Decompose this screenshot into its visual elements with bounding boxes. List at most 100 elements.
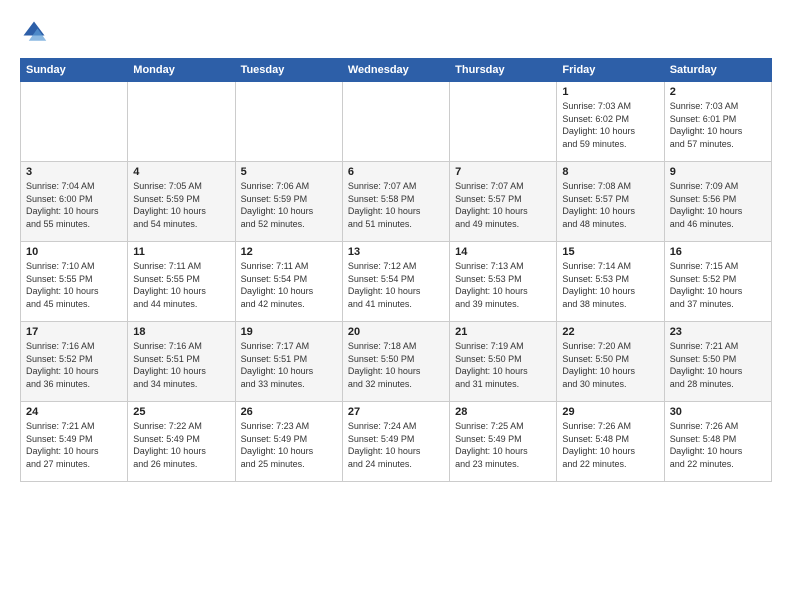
calendar-cell: 28 Sunrise: 7:25 AM Sunset: 5:49 PM Dayli…: [450, 402, 557, 482]
calendar-cell: 20Sunrise: 7:18 AM Sunset: 5:50 PM Dayli…: [342, 322, 449, 402]
day-info: Sunrise: 7:11 AM Sunset: 5:54 PM Dayligh…: [241, 260, 337, 310]
calendar-cell: 27 Sunrise: 7:24 AM Sunset: 5:49 PM Dayli…: [342, 402, 449, 482]
day-number: 9: [670, 166, 766, 178]
day-number: 10: [26, 246, 122, 258]
weekday-header: Sunday: [21, 59, 128, 82]
day-number: 16: [670, 246, 766, 258]
day-info: Sunrise: 7:10 AM Sunset: 5:55 PM Dayligh…: [26, 260, 122, 310]
day-info: Sunrise: 7:04 AM Sunset: 6:00 PM Dayligh…: [26, 180, 122, 230]
day-info: Sunrise: 7:09 AM Sunset: 5:56 PM Dayligh…: [670, 180, 766, 230]
day-info: Sunrise: 7:19 AM Sunset: 5:50 PM Dayligh…: [455, 340, 551, 390]
day-number: 15: [562, 246, 658, 258]
day-number: 5: [241, 166, 337, 178]
day-info: Sunrise: 7:22 AM Sunset: 5:49 PM Dayligh…: [133, 420, 229, 470]
weekday-header: Monday: [128, 59, 235, 82]
day-info: Sunrise: 7:06 AM Sunset: 5:59 PM Dayligh…: [241, 180, 337, 230]
day-number: 28: [455, 406, 551, 418]
logo: [20, 18, 52, 46]
calendar-page: SundayMondayTuesdayWednesdayThursdayFrid…: [0, 0, 792, 492]
calendar-cell: 4 Sunrise: 7:05 AM Sunset: 5:59 PM Daylig…: [128, 162, 235, 242]
day-number: 3: [26, 166, 122, 178]
calendar-cell: [450, 82, 557, 162]
weekday-header: Wednesday: [342, 59, 449, 82]
day-number: 24: [26, 406, 122, 418]
calendar-cell: 11 Sunrise: 7:11 AM Sunset: 5:55 PM Dayli…: [128, 242, 235, 322]
calendar-cell: [342, 82, 449, 162]
calendar-cell: 29 Sunrise: 7:26 AM Sunset: 5:48 PM Dayli…: [557, 402, 664, 482]
logo-icon: [20, 18, 48, 46]
day-number: 25: [133, 406, 229, 418]
calendar-cell: 18Sunrise: 7:16 AM Sunset: 5:51 PM Dayli…: [128, 322, 235, 402]
calendar-cell: 16 Sunrise: 7:15 AM Sunset: 5:52 PM Dayli…: [664, 242, 771, 322]
calendar-week-row: 10 Sunrise: 7:10 AM Sunset: 5:55 PM Dayli…: [21, 242, 772, 322]
calendar-cell: 14 Sunrise: 7:13 AM Sunset: 5:53 PM Dayli…: [450, 242, 557, 322]
day-info: Sunrise: 7:11 AM Sunset: 5:55 PM Dayligh…: [133, 260, 229, 310]
day-number: 6: [348, 166, 444, 178]
weekday-header: Saturday: [664, 59, 771, 82]
day-info: Sunrise: 7:20 AM Sunset: 5:50 PM Dayligh…: [562, 340, 658, 390]
day-info: Sunrise: 7:21 AM Sunset: 5:49 PM Dayligh…: [26, 420, 122, 470]
calendar-cell: 21 Sunrise: 7:19 AM Sunset: 5:50 PM Dayli…: [450, 322, 557, 402]
day-number: 27: [348, 406, 444, 418]
day-info: Sunrise: 7:24 AM Sunset: 5:49 PM Dayligh…: [348, 420, 444, 470]
calendar-cell: 25 Sunrise: 7:22 AM Sunset: 5:49 PM Dayli…: [128, 402, 235, 482]
day-info: Sunrise: 7:15 AM Sunset: 5:52 PM Dayligh…: [670, 260, 766, 310]
day-info: Sunrise: 7:16 AM Sunset: 5:52 PM Dayligh…: [26, 340, 122, 390]
calendar-week-row: 1 Sunrise: 7:03 AM Sunset: 6:02 PM Daylig…: [21, 82, 772, 162]
calendar-cell: 5 Sunrise: 7:06 AM Sunset: 5:59 PM Daylig…: [235, 162, 342, 242]
weekday-header: Thursday: [450, 59, 557, 82]
day-info: Sunrise: 7:12 AM Sunset: 5:54 PM Dayligh…: [348, 260, 444, 310]
day-number: 19: [241, 326, 337, 338]
day-number: 13: [348, 246, 444, 258]
day-number: 29: [562, 406, 658, 418]
day-number: 20: [348, 326, 444, 338]
calendar-week-row: 17 Sunrise: 7:16 AM Sunset: 5:52 PM Dayli…: [21, 322, 772, 402]
calendar-cell: 19 Sunrise: 7:17 AM Sunset: 5:51 PM Dayli…: [235, 322, 342, 402]
calendar-cell: 26 Sunrise: 7:23 AM Sunset: 5:49 PM Dayli…: [235, 402, 342, 482]
calendar-cell: [128, 82, 235, 162]
day-number: 8: [562, 166, 658, 178]
day-info: Sunrise: 7:26 AM Sunset: 5:48 PM Dayligh…: [562, 420, 658, 470]
day-info: Sunrise: 7:25 AM Sunset: 5:49 PM Dayligh…: [455, 420, 551, 470]
calendar-cell: 8 Sunrise: 7:08 AM Sunset: 5:57 PM Daylig…: [557, 162, 664, 242]
day-info: Sunrise: 7:07 AM Sunset: 5:58 PM Dayligh…: [348, 180, 444, 230]
day-number: 23: [670, 326, 766, 338]
day-info: Sunrise: 7:08 AM Sunset: 5:57 PM Dayligh…: [562, 180, 658, 230]
calendar-cell: 7Sunrise: 7:07 AM Sunset: 5:57 PM Daylig…: [450, 162, 557, 242]
calendar-cell: 6 Sunrise: 7:07 AM Sunset: 5:58 PM Daylig…: [342, 162, 449, 242]
day-info: Sunrise: 7:03 AM Sunset: 6:02 PM Dayligh…: [562, 100, 658, 150]
calendar-cell: 15 Sunrise: 7:14 AM Sunset: 5:53 PM Dayli…: [557, 242, 664, 322]
calendar-table: SundayMondayTuesdayWednesdayThursdayFrid…: [20, 58, 772, 482]
day-number: 1: [562, 86, 658, 98]
calendar-cell: 3 Sunrise: 7:04 AM Sunset: 6:00 PM Daylig…: [21, 162, 128, 242]
day-number: 14: [455, 246, 551, 258]
calendar-cell: 30Sunrise: 7:26 AM Sunset: 5:48 PM Dayli…: [664, 402, 771, 482]
day-info: Sunrise: 7:05 AM Sunset: 5:59 PM Dayligh…: [133, 180, 229, 230]
calendar-cell: 1 Sunrise: 7:03 AM Sunset: 6:02 PM Daylig…: [557, 82, 664, 162]
day-info: Sunrise: 7:23 AM Sunset: 5:49 PM Dayligh…: [241, 420, 337, 470]
day-info: Sunrise: 7:17 AM Sunset: 5:51 PM Dayligh…: [241, 340, 337, 390]
day-number: 11: [133, 246, 229, 258]
day-number: 2: [670, 86, 766, 98]
calendar-cell: 23Sunrise: 7:21 AM Sunset: 5:50 PM Dayli…: [664, 322, 771, 402]
calendar-cell: [235, 82, 342, 162]
day-info: Sunrise: 7:13 AM Sunset: 5:53 PM Dayligh…: [455, 260, 551, 310]
calendar-cell: 24 Sunrise: 7:21 AM Sunset: 5:49 PM Dayli…: [21, 402, 128, 482]
page-header: [20, 18, 772, 46]
calendar-cell: 9 Sunrise: 7:09 AM Sunset: 5:56 PM Daylig…: [664, 162, 771, 242]
calendar-cell: 12Sunrise: 7:11 AM Sunset: 5:54 PM Dayli…: [235, 242, 342, 322]
day-number: 22: [562, 326, 658, 338]
day-number: 21: [455, 326, 551, 338]
day-info: Sunrise: 7:14 AM Sunset: 5:53 PM Dayligh…: [562, 260, 658, 310]
day-number: 18: [133, 326, 229, 338]
weekday-header-row: SundayMondayTuesdayWednesdayThursdayFrid…: [21, 59, 772, 82]
day-info: Sunrise: 7:26 AM Sunset: 5:48 PM Dayligh…: [670, 420, 766, 470]
day-info: Sunrise: 7:03 AM Sunset: 6:01 PM Dayligh…: [670, 100, 766, 150]
day-number: 7: [455, 166, 551, 178]
weekday-header: Tuesday: [235, 59, 342, 82]
day-number: 26: [241, 406, 337, 418]
calendar-cell: [21, 82, 128, 162]
day-number: 4: [133, 166, 229, 178]
calendar-cell: 22 Sunrise: 7:20 AM Sunset: 5:50 PM Dayli…: [557, 322, 664, 402]
day-number: 17: [26, 326, 122, 338]
